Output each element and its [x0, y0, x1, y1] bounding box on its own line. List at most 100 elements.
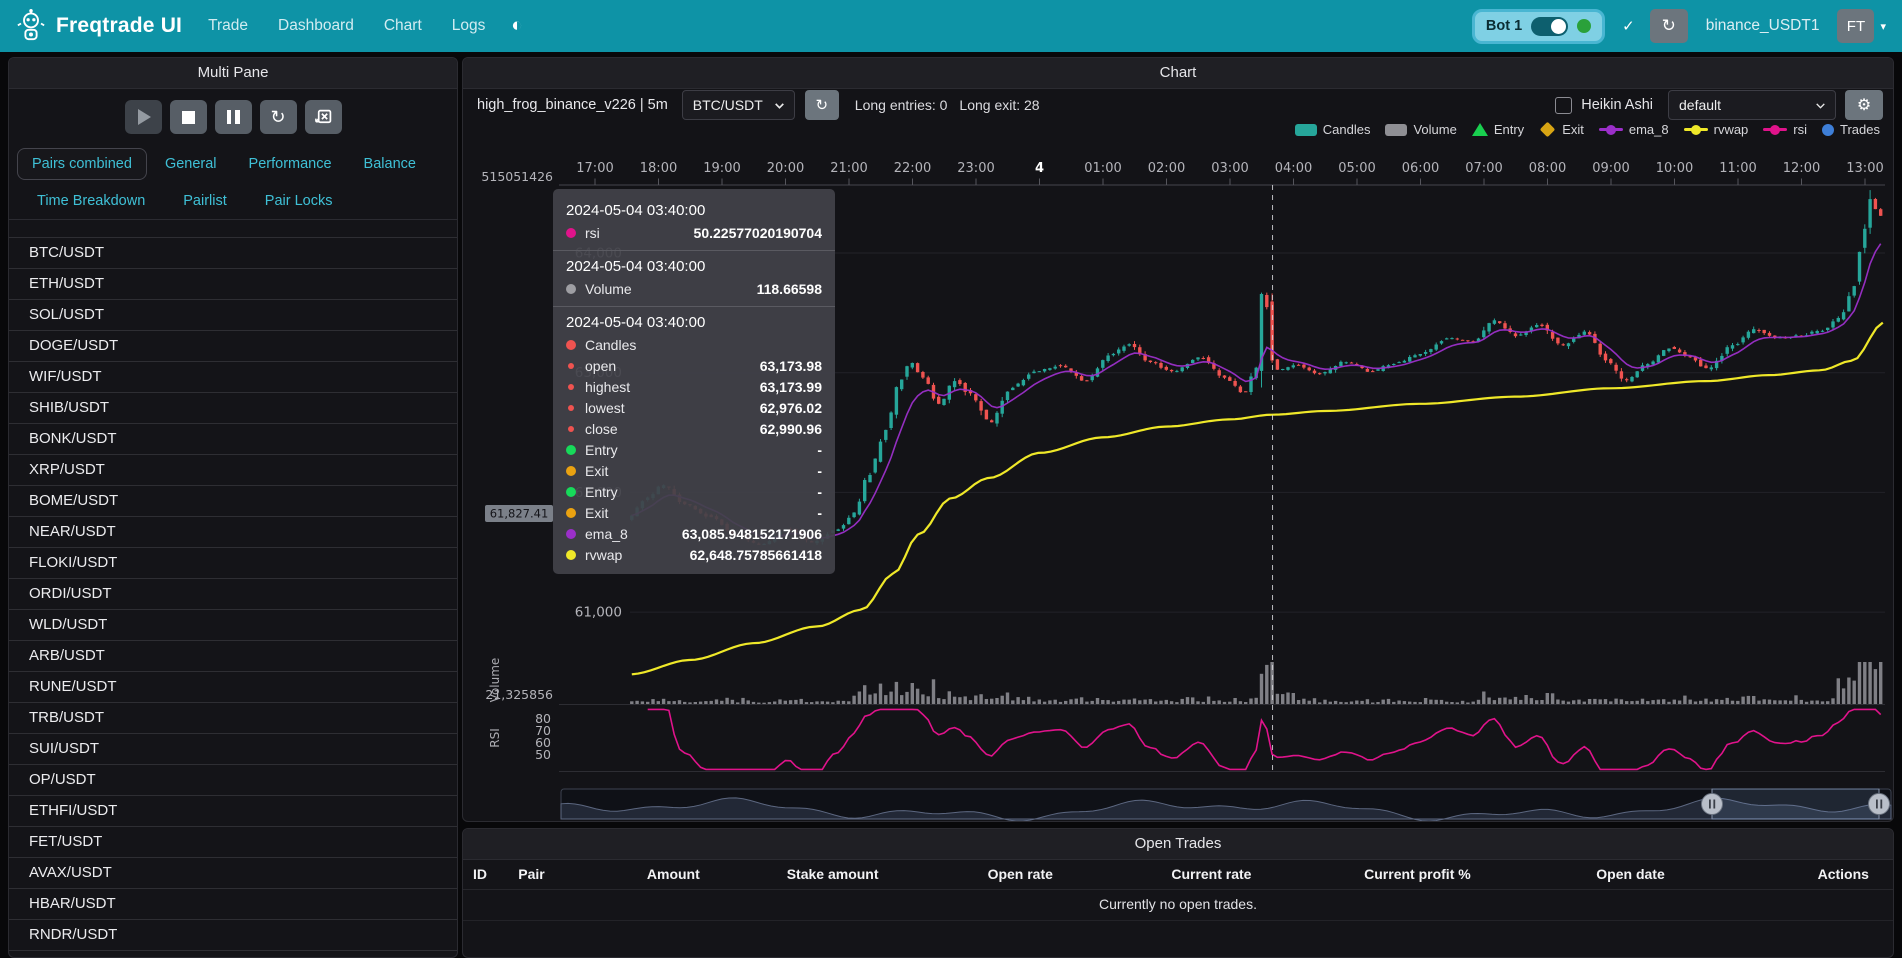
start-bot-button[interactable] [125, 100, 162, 134]
pair-row-doge[interactable]: DOGE/USDT [9, 331, 457, 362]
pair-row-floki[interactable]: FLOKI/USDT [9, 548, 457, 579]
pair-row-op[interactable]: OP/USDT [9, 765, 457, 796]
tab-pairlist[interactable]: Pairlist [169, 186, 241, 216]
tooltip-row-open: open63,173.98 [566, 355, 822, 376]
rsi-axis-label: 60 [535, 735, 551, 750]
pair-row-bonk[interactable]: BONK/USDT [9, 424, 457, 455]
refresh-chart-button[interactable]: ↻ [805, 90, 839, 120]
legend-item-exit[interactable]: Exit [1539, 122, 1584, 137]
stop-bot-button[interactable] [170, 100, 207, 134]
tab-time-breakdown[interactable]: Time Breakdown [23, 186, 159, 216]
reload-button[interactable]: ↻ [1650, 9, 1688, 43]
time-axis-label: 08:00 [1529, 161, 1566, 176]
datazoom-left-handle[interactable] [1702, 794, 1723, 815]
tab-pairs-combined[interactable]: Pairs combined [17, 148, 147, 180]
pause-bot-button[interactable] [215, 100, 252, 134]
tab-general[interactable]: General [151, 149, 231, 179]
legend-item-rsi[interactable]: rsi [1763, 122, 1807, 137]
nav-item-trade[interactable]: Trade [208, 17, 248, 35]
legend-item-entry[interactable]: Entry [1472, 122, 1524, 137]
volume-pane-label: Volume [488, 658, 502, 703]
pair-row-rune[interactable]: RUNE/USDT [9, 672, 457, 703]
pair-row-sui[interactable]: SUI/USDT [9, 734, 457, 765]
bot-label: Bot 1 [1486, 18, 1522, 34]
tab-balance[interactable]: Balance [350, 149, 430, 179]
pair-row-avax[interactable]: AVAX/USDT [9, 858, 457, 889]
legend-item-candles[interactable]: Candles [1295, 122, 1371, 137]
bot-toggle[interactable] [1531, 17, 1568, 36]
trades-legend-marker-icon [1822, 124, 1834, 136]
stop-icon [182, 111, 195, 124]
pair-row-shib[interactable]: SHIB/USDT [9, 393, 457, 424]
legend-item-ema_8[interactable]: ema_8 [1599, 122, 1669, 137]
exit-series-dot-icon [566, 466, 576, 476]
plot-config-value: default [1679, 97, 1721, 113]
time-axis-label: 21:00 [830, 161, 867, 176]
nav-item-chart[interactable]: Chart [384, 17, 422, 35]
entry-series-dot-icon [566, 445, 576, 455]
entry-legend-marker-icon [1472, 123, 1488, 136]
legend-label: rvwap [1714, 122, 1749, 137]
tooltip-row-ema_8: ema_863,085.948152171906 [566, 523, 822, 544]
tooltip-series-value: 50.22577020190704 [694, 225, 822, 241]
nav-item-logs[interactable]: Logs [452, 17, 486, 35]
clear-log-button[interactable] [305, 100, 342, 134]
pair-row-trb[interactable]: TRB/USDT [9, 703, 457, 734]
tooltip-row-highest: highest63,173.99 [566, 376, 822, 397]
open-series-dot-icon [568, 363, 574, 369]
pair-row-hbar[interactable]: HBAR/USDT [9, 889, 457, 920]
chevron-down-icon [1814, 99, 1827, 112]
time-axis-label: 10:00 [1656, 161, 1693, 176]
chart-panel-title: Chart [463, 58, 1893, 89]
tab-performance[interactable]: Performance [235, 149, 346, 179]
tooltip-divider [553, 306, 835, 307]
avatar-caret-icon[interactable]: ▾ [1880, 20, 1886, 33]
open-trades-empty-text: Currently no open trades. [463, 890, 1893, 921]
pair-row-xrp[interactable]: XRP/USDT [9, 455, 457, 486]
chart-tooltip: 2024-05-04 03:40:00rsi50.225770201907042… [553, 189, 835, 574]
heikin-ashi-checkbox[interactable] [1555, 97, 1572, 114]
tooltip-row-exit: Exit- [566, 460, 822, 481]
legend-item-rvwap[interactable]: rvwap [1684, 122, 1749, 137]
tooltip-series-value: 63,173.99 [760, 379, 822, 395]
rsi-axis-label: 80 [535, 711, 551, 726]
tooltip-series-value: 118.66598 [757, 281, 822, 297]
tooltip-datetime: 2024-05-04 03:40:00 [566, 258, 822, 275]
datazoom-right-handle[interactable] [1869, 794, 1890, 815]
avatar[interactable]: FT [1837, 9, 1874, 43]
pair-row-arb[interactable]: ARB/USDT [9, 641, 457, 672]
main-menu: Trade Dashboard Chart Logs [208, 17, 485, 35]
pair-row-btc[interactable]: BTC/USDT [9, 238, 457, 269]
legend-item-volume[interactable]: Volume [1385, 122, 1456, 137]
reload-config-button[interactable]: ↻ [260, 100, 297, 134]
pair-row-bome[interactable]: BOME/USDT [9, 486, 457, 517]
app-title: Freqtrade UI [56, 14, 182, 38]
rsi-series-dot-icon [566, 228, 576, 238]
pair-row-fet[interactable]: FET/USDT [9, 827, 457, 858]
pair-row-ethfi[interactable]: ETHFI/USDT [9, 796, 457, 827]
pair-row-wld[interactable]: WLD/USDT [9, 610, 457, 641]
theme-toggle-icon[interactable]: ◐ [511, 15, 522, 37]
legend-label: Candles [1323, 122, 1371, 137]
pair-row-near[interactable]: NEAR/USDT [9, 517, 457, 548]
pair-row-ar[interactable]: AR/USDT [9, 951, 457, 958]
column-header-current-profit-: Current profit % [1307, 866, 1528, 882]
legend-item-trades[interactable]: Trades [1822, 122, 1880, 137]
pause-icon [227, 110, 240, 124]
tab-pair-locks[interactable]: Pair Locks [251, 186, 347, 216]
tooltip-series-label: Candles [585, 337, 636, 353]
nav-item-dashboard[interactable]: Dashboard [278, 17, 354, 35]
pair-select-value: BTC/USDT [693, 97, 763, 113]
plot-settings-button[interactable]: ⚙ [1845, 90, 1883, 120]
pair-row-ordi[interactable]: ORDI/USDT [9, 579, 457, 610]
pair-row-wif[interactable]: WIF/USDT [9, 362, 457, 393]
plot-config-select[interactable]: default [1668, 90, 1836, 120]
pair-row-eth[interactable]: ETH/USDT [9, 269, 457, 300]
pair-row-rndr[interactable]: RNDR/USDT [9, 920, 457, 951]
pair-row-sol[interactable]: SOL/USDT [9, 300, 457, 331]
volume-legend-marker-icon [1385, 124, 1407, 136]
pair-select[interactable]: BTC/USDT [682, 90, 795, 120]
exit-series-dot-icon [566, 508, 576, 518]
bot-selector[interactable]: Bot 1 [1472, 9, 1605, 44]
bot-name: binance_USDT1 [1706, 17, 1820, 35]
